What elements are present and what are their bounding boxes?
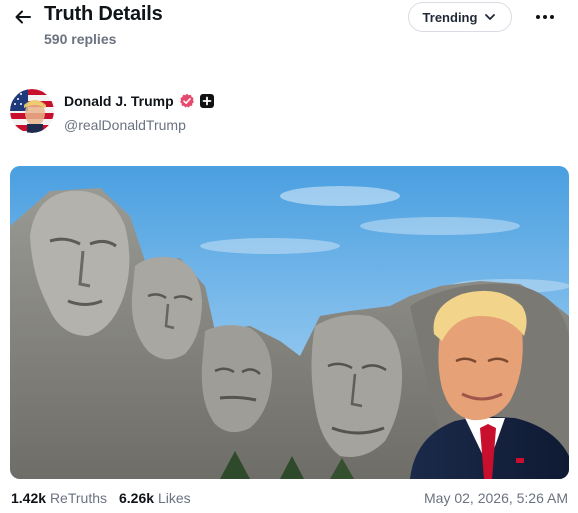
more-options-button[interactable] (530, 6, 560, 28)
sort-label: Trending (422, 9, 478, 25)
replies-count: 590 replies (44, 31, 117, 47)
back-button[interactable] (10, 4, 36, 30)
page-header: Truth Details 590 replies Trending (0, 0, 578, 60)
post-image[interactable] (10, 166, 569, 479)
verified-badge-icon (179, 93, 195, 109)
author-name[interactable]: Donald J. Trump (64, 93, 174, 109)
likes-stat[interactable]: 6.26k Likes (119, 490, 191, 506)
retruths-count: 1.42k (11, 490, 47, 506)
retruths-label: ReTruths (49, 490, 107, 506)
plus-badge-icon[interactable] (199, 94, 214, 108)
more-horizontal-icon (536, 15, 540, 19)
mount-rushmore-image (10, 166, 569, 479)
avatar[interactable] (10, 89, 54, 133)
more-dot (550, 15, 554, 19)
arrow-left-icon (15, 10, 31, 24)
likes-label: Likes (157, 490, 191, 506)
more-dot (543, 15, 547, 19)
post-author: Donald J. Trump @realDonaldTrump (10, 89, 410, 135)
chevron-down-icon (485, 14, 496, 20)
avatar-image (10, 89, 54, 133)
post-stats: 1.42k ReTruths 6.26k Likes (11, 490, 191, 506)
likes-count: 6.26k (119, 490, 155, 506)
post-timestamp: May 02, 2026, 5:26 AM (424, 490, 568, 506)
retruths-stat[interactable]: 1.42k ReTruths (11, 490, 107, 506)
sort-dropdown[interactable]: Trending (408, 2, 512, 32)
page-title: Truth Details (44, 3, 163, 25)
author-handle: @realDonaldTrump (64, 117, 186, 133)
